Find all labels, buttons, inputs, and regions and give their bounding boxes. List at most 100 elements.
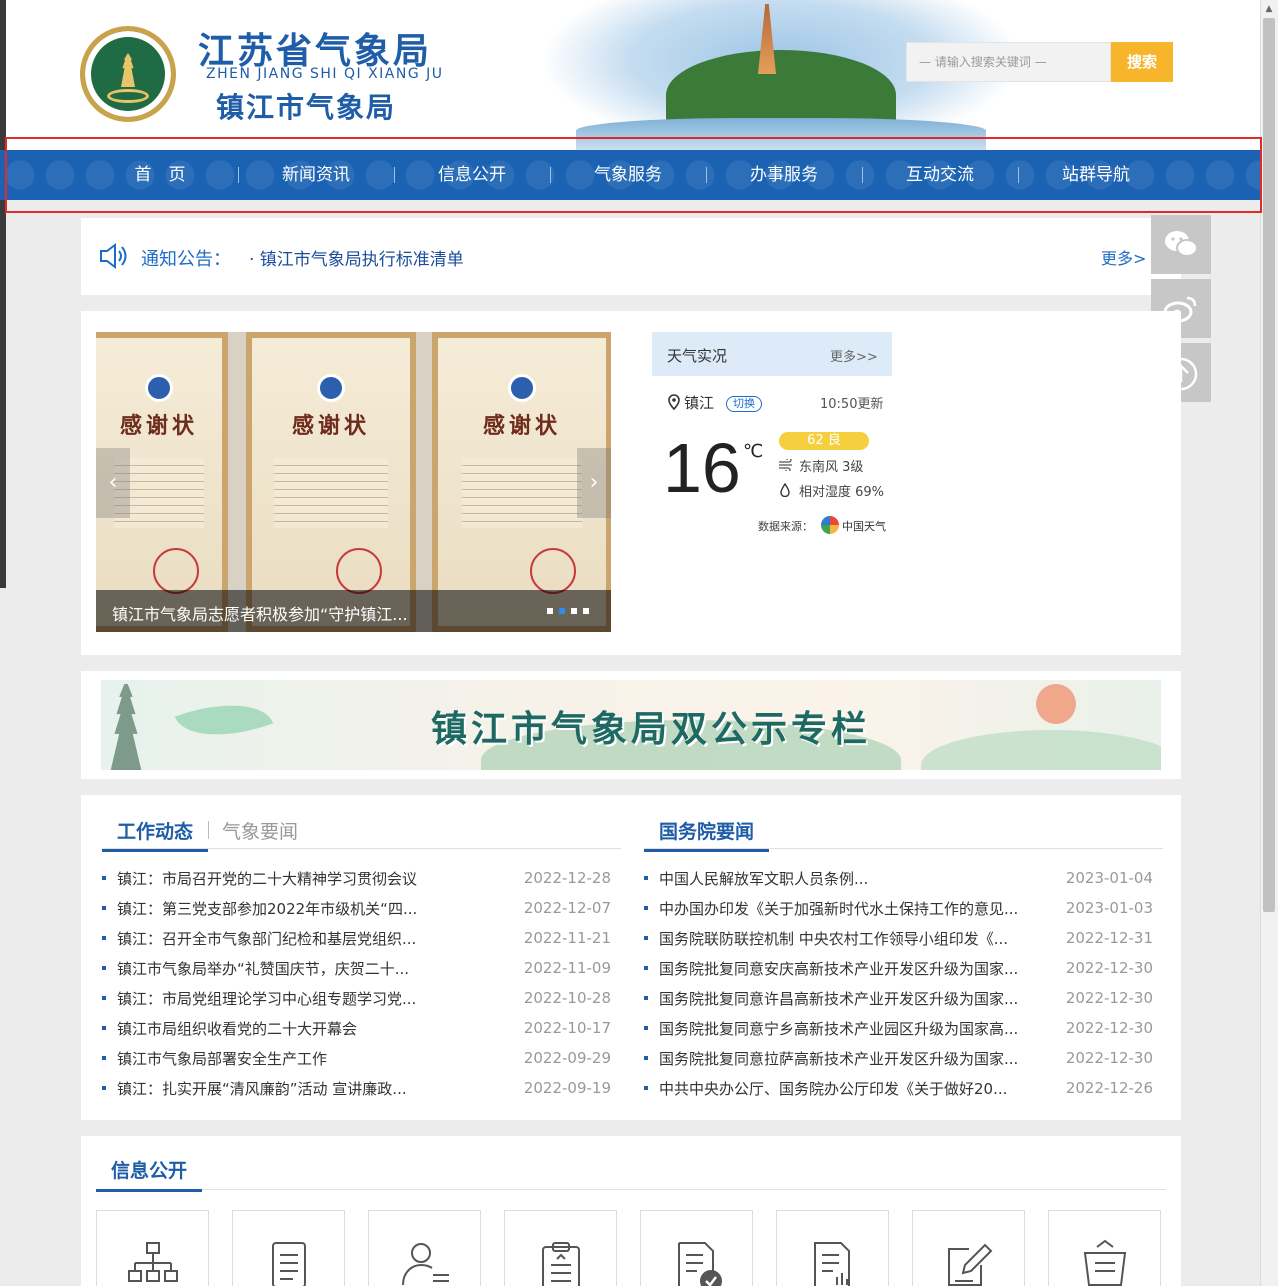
news-date: 2022-10-17 bbox=[523, 1019, 611, 1037]
notice-link[interactable]: · 镇江市气象局执行标准清单 bbox=[249, 245, 464, 270]
data-source-name[interactable]: 中国天气 bbox=[842, 518, 886, 534]
news-title[interactable]: 中办国办印发《关于加强新时代水土保持工作的意见... bbox=[659, 898, 1053, 919]
news-list-item[interactable]: 镇江市气象局举办“礼赞国庆节，庆贺二十... 2022-11-09 bbox=[102, 953, 621, 983]
info-application-button[interactable] bbox=[912, 1210, 1025, 1286]
news-list-item[interactable]: 镇江市气象局部署安全生产工作 2022-09-29 bbox=[102, 1043, 621, 1073]
carousel-caption[interactable]: 镇江市气象局志愿者积极参加“守护镇江... bbox=[112, 601, 408, 625]
aqi-badge: 62 良 bbox=[779, 432, 869, 450]
vertical-scrollbar[interactable]: ▲ bbox=[1260, 0, 1278, 1286]
news-title[interactable]: 镇江市气象局举办“礼赞国庆节，庆贺二十... bbox=[117, 958, 511, 979]
news-title[interactable]: 国务院批复同意拉萨高新技术产业开发区升级为国家... bbox=[659, 1048, 1053, 1069]
info-approval-button[interactable] bbox=[640, 1210, 753, 1286]
switch-city-button[interactable]: 切换 bbox=[726, 396, 762, 412]
nav-item-home[interactable]: 首 页 bbox=[82, 150, 238, 200]
data-source-label: 数据来源： bbox=[758, 520, 813, 533]
document-check-icon bbox=[678, 1242, 722, 1286]
wechat-button[interactable] bbox=[1151, 215, 1211, 274]
org-name-city[interactable]: 镇江市气象局 bbox=[216, 86, 396, 126]
carousel-dots bbox=[547, 608, 589, 614]
notice-bar: 通知公告： · 镇江市气象局执行标准清单 更多> bbox=[81, 218, 1181, 295]
double-publicity-banner[interactable]: 镇江市气象局双公示专栏 bbox=[101, 680, 1161, 770]
news-list-item[interactable]: 国务院批复同意许昌高新技术产业开发区升级为国家... 2022-12-30 bbox=[644, 983, 1163, 1013]
news-title[interactable]: 国务院批复同意许昌高新技术产业开发区升级为国家... bbox=[659, 988, 1053, 1009]
info-statistics-button[interactable] bbox=[776, 1210, 889, 1286]
news-list-item[interactable]: 镇江：第三党支部参加2022年市级机关“四... 2022-12-07 bbox=[102, 893, 621, 923]
carousel-prev-button[interactable]: ‹ bbox=[96, 448, 130, 518]
carousel-caption-bar: 镇江市气象局志愿者积极参加“守护镇江... bbox=[96, 590, 611, 632]
news-list-item[interactable]: 镇江：市局召开党的二十大精神学习贯彻会议 2022-12-28 bbox=[102, 863, 621, 893]
scroll-up-arrow-icon[interactable]: ▲ bbox=[1260, 0, 1278, 18]
china-weather-logo-icon[interactable] bbox=[821, 516, 839, 534]
nav-item-affairs[interactable]: 办事服务 bbox=[706, 150, 862, 200]
carousel-dot[interactable] bbox=[583, 608, 589, 614]
news-title[interactable]: 镇江：第三党支部参加2022年市级机关“四... bbox=[117, 898, 511, 919]
carousel-dot[interactable] bbox=[547, 608, 553, 614]
news-list-item[interactable]: 国务院联防联控机制 中央农村工作领导小组印发《... 2022-12-31 bbox=[644, 923, 1163, 953]
tray-icon bbox=[1083, 1239, 1127, 1286]
carousel-dot[interactable] bbox=[571, 608, 577, 614]
news-title[interactable]: 国务院联防联控机制 中央农村工作领导小组印发《... bbox=[659, 928, 1053, 949]
work-news-column: 工作动态 气象要闻 镇江：市局召开党的二十大精神学习贯彻会议 2022-12-28… bbox=[102, 815, 621, 1103]
news-date: 2022-11-21 bbox=[523, 929, 611, 947]
info-other-button[interactable] bbox=[1048, 1210, 1161, 1286]
news-title[interactable]: 国务院批复同意安庆高新技术产业开发区升级为国家... bbox=[659, 958, 1053, 979]
nav-item-interaction[interactable]: 互动交流 bbox=[862, 150, 1018, 200]
news-carousel[interactable]: 感谢状 感谢状 感谢状 ‹ › 镇江市气象局志愿者积极参加“守护镇江... bbox=[96, 332, 611, 632]
news-date: 2022-12-31 bbox=[1065, 929, 1153, 947]
nav-item-news[interactable]: 新闻资讯 bbox=[238, 150, 394, 200]
location-pin-icon bbox=[668, 394, 680, 410]
news-list-item[interactable]: 中办国办印发《关于加强新时代水土保持工作的意见... 2023-01-03 bbox=[644, 893, 1163, 923]
news-date: 2022-10-28 bbox=[523, 989, 611, 1007]
edit-form-icon bbox=[948, 1243, 993, 1286]
tab-state-council-news[interactable]: 国务院要闻 bbox=[644, 817, 770, 852]
scroll-thumb[interactable] bbox=[1263, 18, 1275, 912]
carousel-next-button[interactable]: › bbox=[577, 448, 611, 518]
info-document-button[interactable] bbox=[232, 1210, 345, 1286]
news-list-item[interactable]: 国务院批复同意安庆高新技术产业开发区升级为国家... 2022-12-30 bbox=[644, 953, 1163, 983]
news-list-item[interactable]: 镇江：市局党组理论学习中心组专题学习党... 2022-10-28 bbox=[102, 983, 621, 1013]
nav-item-info-public[interactable]: 信息公开 bbox=[394, 150, 550, 200]
humidity-drop-icon bbox=[780, 483, 790, 497]
weather-more-link[interactable]: 更多>> bbox=[830, 346, 878, 365]
info-planning-button[interactable] bbox=[504, 1210, 617, 1286]
carousel-dot-active[interactable] bbox=[559, 608, 565, 614]
wind-icon bbox=[779, 459, 792, 471]
weather-header: 天气实况 更多>> bbox=[652, 332, 892, 376]
news-date: 2022-12-30 bbox=[1065, 959, 1153, 977]
info-org-structure-button[interactable] bbox=[96, 1210, 209, 1286]
user-list-icon bbox=[402, 1243, 449, 1286]
news-date: 2022-09-19 bbox=[523, 1079, 611, 1097]
news-title[interactable]: 镇江：市局党组理论学习中心组专题学习党... bbox=[117, 988, 511, 1009]
tab-weather-news[interactable]: 气象要闻 bbox=[222, 817, 298, 844]
info-personnel-button[interactable] bbox=[368, 1210, 481, 1286]
news-title[interactable]: 镇江：召开全市气象部门纪检和基层党组织... bbox=[117, 928, 511, 949]
news-list-item[interactable]: 镇江：召开全市气象部门纪检和基层党组织... 2022-11-21 bbox=[102, 923, 621, 953]
news-title[interactable]: 镇江市气象局部署安全生产工作 bbox=[117, 1048, 511, 1069]
news-date: 2022-09-29 bbox=[523, 1049, 611, 1067]
news-title[interactable]: 国务院批复同意宁乡高新技术产业园区升级为国家高... bbox=[659, 1018, 1053, 1039]
news-title[interactable]: 镇江市局组织收看党的二十大开幕会 bbox=[117, 1018, 511, 1039]
news-list-item[interactable]: 镇江：扎实开展“清风廉韵”活动 宣讲廉政... 2022-09-19 bbox=[102, 1073, 621, 1103]
news-title[interactable]: 中国人民解放军文职人员条例... bbox=[659, 868, 1053, 889]
notice-more-link[interactable]: 更多> bbox=[1101, 245, 1146, 269]
news-title[interactable]: 镇江：扎实开展“清风廉韵”活动 宣讲廉政... bbox=[117, 1078, 511, 1099]
nav-item-weather-service[interactable]: 气象服务 bbox=[550, 150, 706, 200]
org-name-pinyin: ZHEN JIANG SHI QI XIANG JU bbox=[206, 66, 444, 82]
emblem-logo-icon[interactable] bbox=[80, 26, 176, 122]
news-title[interactable]: 中共中央办公厅、国务院办公厅印发《关于做好20... bbox=[659, 1078, 1053, 1099]
nav-item-site-nav[interactable]: 站群导航 bbox=[1018, 150, 1174, 200]
news-date: 2022-12-30 bbox=[1065, 989, 1153, 1007]
news-list-item[interactable]: 镇江市局组织收看党的二十大开幕会 2022-10-17 bbox=[102, 1013, 621, 1043]
search-input[interactable]: — 请输入搜索关键词 — bbox=[906, 42, 1111, 82]
info-public-title[interactable]: 信息公开 bbox=[96, 1156, 203, 1192]
news-date: 2022-12-30 bbox=[1065, 1049, 1153, 1067]
org-chart-icon bbox=[128, 1242, 178, 1282]
news-list-item[interactable]: 中共中央办公厅、国务院办公厅印发《关于做好20... 2022-12-26 bbox=[644, 1073, 1163, 1103]
news-list-item[interactable]: 国务院批复同意宁乡高新技术产业园区升级为国家高... 2022-12-30 bbox=[644, 1013, 1163, 1043]
news-title[interactable]: 镇江：市局召开党的二十大精神学习贯彻会议 bbox=[117, 868, 511, 889]
tab-work-news[interactable]: 工作动态 bbox=[102, 817, 209, 852]
clipboard-chart-icon bbox=[542, 1242, 580, 1286]
news-list-item[interactable]: 中国人民解放军文职人员条例... 2023-01-04 bbox=[644, 863, 1163, 893]
search-button[interactable]: 搜索 bbox=[1111, 42, 1173, 82]
news-list-item[interactable]: 国务院批复同意拉萨高新技术产业开发区升级为国家... 2022-12-30 bbox=[644, 1043, 1163, 1073]
